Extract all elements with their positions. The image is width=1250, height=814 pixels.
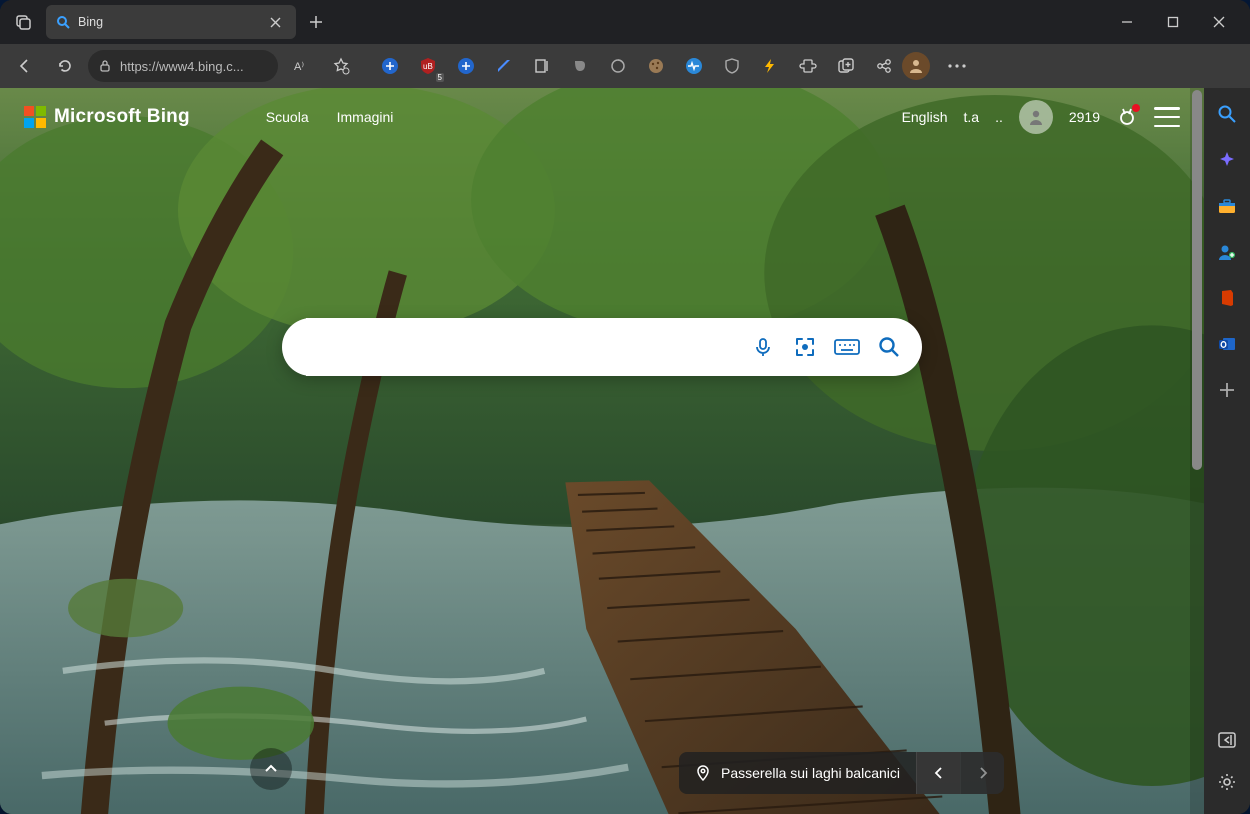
background-image <box>0 88 1204 814</box>
profile-avatar[interactable] <box>902 52 930 80</box>
cookie-icon[interactable] <box>644 54 668 78</box>
back-button[interactable] <box>8 49 42 83</box>
rewards-points[interactable]: 2919 <box>1069 109 1100 125</box>
content-row: Microsoft Bing Scuola Immagini English t… <box>0 88 1250 814</box>
nav-images[interactable]: Immagini <box>337 109 394 125</box>
account-name[interactable]: t.a <box>963 109 979 125</box>
edge-sidebar <box>1204 88 1250 814</box>
scrollbar-thumb[interactable] <box>1192 90 1202 470</box>
ublock-icon[interactable]: uB5 <box>416 54 440 78</box>
nav-school[interactable]: Scuola <box>266 109 309 125</box>
site-info-icon[interactable] <box>98 59 112 73</box>
bolt-icon[interactable] <box>758 54 782 78</box>
bing-nav: Scuola Immagini <box>266 109 394 125</box>
keyboard-icon[interactable] <box>834 334 860 360</box>
menu-button[interactable] <box>1154 107 1180 127</box>
close-window-button[interactable] <box>1196 2 1242 42</box>
evernote-icon[interactable] <box>568 54 592 78</box>
tab-title: Bing <box>78 15 103 29</box>
url-text: https://www4.bing.c... <box>120 59 244 74</box>
sidebar-office-icon[interactable] <box>1215 286 1239 310</box>
browser-tab[interactable]: Bing <box>46 5 296 39</box>
browser-window: Bing https://www4.bing.c... A⁾ uB5 <box>0 0 1250 814</box>
voice-search-icon[interactable] <box>750 334 776 360</box>
sidebar-outlook-icon[interactable] <box>1215 332 1239 356</box>
tab-strip: Bing <box>0 0 1250 44</box>
extension-icon[interactable] <box>454 54 478 78</box>
image-caption-bar: Passerella sui laghi balcanici <box>679 752 1004 794</box>
svg-text:A⁾: A⁾ <box>294 61 304 73</box>
account-avatar[interactable] <box>1019 100 1053 134</box>
browser-toolbar: https://www4.bing.c... A⁾ uB5 <box>0 44 1250 88</box>
read-aloud-button[interactable]: A⁾ <box>284 49 318 83</box>
refresh-button[interactable] <box>48 49 82 83</box>
heartbeat-icon[interactable] <box>682 54 706 78</box>
collections-button-icon[interactable] <box>834 54 858 78</box>
collections-icon[interactable] <box>530 54 554 78</box>
sidebar-toolbox-icon[interactable] <box>1215 194 1239 218</box>
search-input[interactable] <box>306 318 736 376</box>
sidebar-add-icon[interactable] <box>1215 378 1239 402</box>
rewards-value: 2919 <box>1069 109 1100 125</box>
location-pin-icon <box>695 765 711 781</box>
caption-next-button[interactable] <box>960 752 1004 794</box>
caption-prev-button[interactable] <box>916 752 960 794</box>
language-switch[interactable]: English <box>902 109 948 125</box>
app-menu-button[interactable] <box>940 49 974 83</box>
minimize-button[interactable] <box>1104 2 1150 42</box>
bing-header: Microsoft Bing Scuola Immagini English t… <box>0 100 1204 134</box>
quill-icon[interactable] <box>492 54 516 78</box>
shield-icon[interactable] <box>720 54 744 78</box>
caption-text: Passerella sui laghi balcanici <box>721 765 900 781</box>
microsoft-logo-icon <box>24 106 46 128</box>
search-icon-row <box>750 334 902 360</box>
account-ellipsis: .. <box>995 109 1003 125</box>
page-viewport: Microsoft Bing Scuola Immagini English t… <box>0 88 1204 814</box>
search-submit-icon[interactable] <box>876 334 902 360</box>
new-tab-button[interactable] <box>300 6 332 38</box>
sync-icon[interactable] <box>606 54 630 78</box>
image-search-icon[interactable] <box>792 334 818 360</box>
tab-close-button[interactable] <box>264 11 286 33</box>
share-icon[interactable] <box>872 54 896 78</box>
bing-favicon-icon <box>56 15 70 29</box>
extensions-row: uB5 <box>378 54 896 78</box>
sidebar-search-icon[interactable] <box>1215 102 1239 126</box>
image-caption[interactable]: Passerella sui laghi balcanici <box>679 765 916 781</box>
sidebar-sparkle-icon[interactable] <box>1215 148 1239 172</box>
sidebar-settings-icon[interactable] <box>1215 770 1239 794</box>
extension-icon[interactable] <box>378 54 402 78</box>
sidebar-collapse-icon[interactable] <box>1215 728 1239 752</box>
bing-logo-text: Microsoft Bing <box>54 106 190 128</box>
maximize-button[interactable] <box>1150 2 1196 42</box>
extensions-menu-icon[interactable] <box>796 54 820 78</box>
address-bar[interactable]: https://www4.bing.c... <box>88 50 278 82</box>
sidebar-people-icon[interactable] <box>1215 240 1239 264</box>
bing-header-right: English t.a .. 2919 <box>902 100 1180 134</box>
expand-up-button[interactable] <box>250 748 292 790</box>
search-box[interactable] <box>282 318 922 376</box>
tab-actions-button[interactable] <box>8 6 40 38</box>
window-controls <box>1104 2 1242 42</box>
svg-text:uB: uB <box>423 62 433 71</box>
rewards-medal-icon[interactable] <box>1116 106 1138 128</box>
bing-logo[interactable]: Microsoft Bing <box>24 106 190 128</box>
scrollbar[interactable] <box>1190 88 1204 814</box>
notification-dot-icon <box>1132 104 1140 112</box>
favorites-button[interactable] <box>324 49 358 83</box>
